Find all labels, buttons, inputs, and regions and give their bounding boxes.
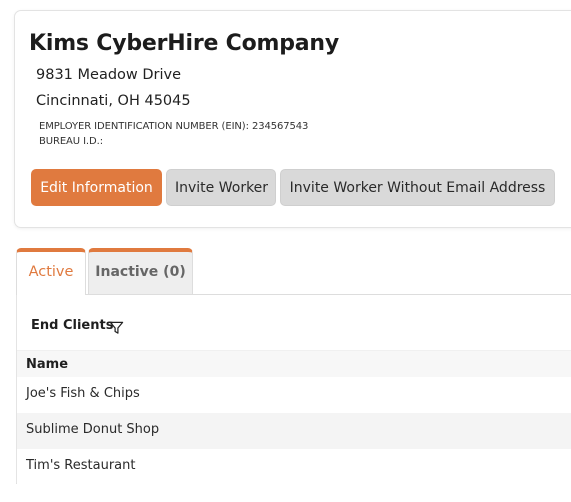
invite-worker-without-email-button[interactable]: Invite Worker Without Email Address (280, 169, 555, 206)
action-buttons: Edit Information Invite Worker Invite Wo… (31, 169, 555, 206)
end-clients-panel: End Clients Name Joe's Fish & Chips Subl… (16, 294, 571, 485)
tab-inactive[interactable]: Inactive (0) (88, 248, 193, 295)
tab-active-label: Active (28, 264, 74, 280)
column-header-name[interactable]: Name (17, 350, 571, 377)
filter-icon[interactable] (109, 320, 124, 335)
company-name: Kims CyberHire Company (29, 31, 340, 56)
bureau-id-label: BUREAU I.D.: (39, 136, 103, 147)
address-line-1: 9831 Meadow Drive (36, 67, 182, 83)
end-clients-title: End Clients (31, 318, 114, 333)
table-row[interactable]: Joe's Fish & Chips (17, 377, 571, 413)
tab-active[interactable]: Active (16, 248, 86, 295)
invite-worker-button[interactable]: Invite Worker (166, 169, 276, 206)
address-line-2: Cincinnati, OH 45045 (36, 93, 191, 109)
tab-inactive-label: Inactive (0) (95, 264, 186, 280)
company-card: Kims CyberHire Company 9831 Meadow Drive… (14, 10, 571, 228)
table-row[interactable]: Sublime Donut Shop (17, 413, 571, 449)
end-clients-table: Name Joe's Fish & Chips Sublime Donut Sh… (17, 350, 571, 485)
edit-information-button[interactable]: Edit Information (31, 169, 162, 206)
table-row[interactable]: Tim's Restaurant (17, 449, 571, 485)
ein-label: EMPLOYER IDENTIFICATION NUMBER (EIN): 23… (39, 121, 309, 132)
